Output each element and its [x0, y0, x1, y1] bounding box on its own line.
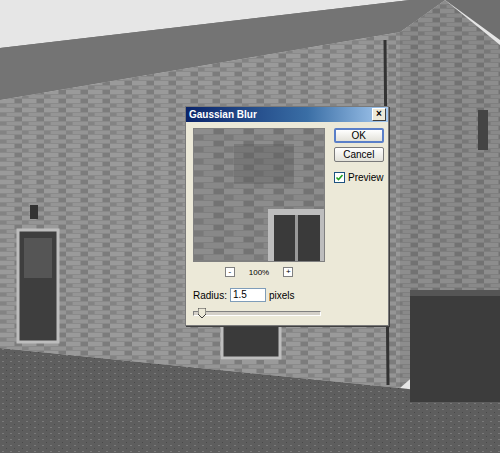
close-button[interactable]: ×	[372, 108, 386, 121]
gaussian-blur-dialog: Gaussian Blur × - 100% + Radius:1.5pixels OK Ca…	[185, 106, 389, 326]
ok-button[interactable]: OK	[334, 128, 384, 143]
button-label: Cancel	[343, 149, 374, 160]
radius-unit: pixels	[269, 290, 295, 301]
preview-pane[interactable]	[193, 128, 325, 262]
button-label: OK	[352, 130, 366, 141]
radius-field[interactable]: 1.5	[230, 288, 266, 302]
slider-thumb[interactable]	[198, 308, 206, 318]
dialog-body: - 100% + Radius:1.5pixels OK Cancel Preview	[186, 122, 388, 325]
preview-option[interactable]: Preview	[334, 171, 384, 183]
radius-row: Radius:1.5pixels	[193, 288, 325, 302]
radius-label: Radius:	[193, 290, 227, 301]
right-column: OK Cancel Preview	[334, 128, 384, 319]
zoom-controls: - 100% +	[193, 265, 325, 279]
zoom-level: 100%	[249, 268, 269, 277]
zoom-in-button[interactable]: +	[283, 267, 293, 277]
dialog-title: Gaussian Blur	[189, 109, 257, 120]
preview-checkbox[interactable]	[334, 172, 345, 183]
radius-slider[interactable]	[193, 311, 321, 316]
left-column: - 100% + Radius:1.5pixels	[193, 128, 325, 319]
title-bar: Gaussian Blur ×	[186, 107, 388, 122]
zoom-out-button[interactable]: -	[225, 267, 235, 277]
preview-label: Preview	[348, 172, 384, 183]
cancel-button[interactable]: Cancel	[334, 147, 384, 162]
